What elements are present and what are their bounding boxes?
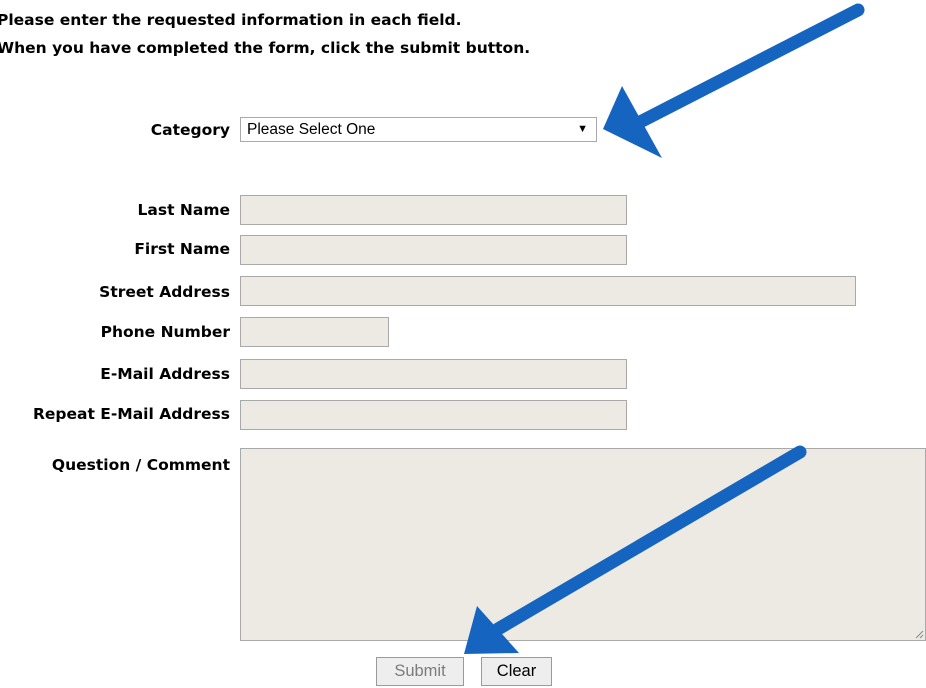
- email-label: E-Mail Address: [100, 365, 230, 383]
- clear-button[interactable]: Clear: [481, 657, 552, 686]
- resize-handle-icon[interactable]: [915, 630, 924, 639]
- last-name-label: Last Name: [137, 201, 230, 219]
- street-address-label: Street Address: [99, 283, 230, 301]
- comment-textarea[interactable]: [240, 448, 926, 641]
- first-name-label: First Name: [134, 240, 230, 258]
- arrow-annotation-icon: [603, 3, 865, 158]
- first-name-input[interactable]: [240, 235, 627, 265]
- category-select[interactable]: Please Select One ▼: [240, 117, 597, 142]
- last-name-input[interactable]: [240, 195, 627, 225]
- instruction-line-1: Please enter the requested information i…: [0, 11, 462, 29]
- category-selected-value: Please Select One: [247, 121, 376, 138]
- email-input[interactable]: [240, 359, 627, 389]
- phone-number-label: Phone Number: [100, 323, 230, 341]
- category-label: Category: [150, 121, 230, 139]
- dropdown-caret-icon: ▼: [577, 123, 588, 135]
- instruction-line-2: When you have completed the form, click …: [0, 39, 531, 57]
- street-address-input[interactable]: [240, 276, 856, 306]
- repeat-email-input[interactable]: [240, 400, 627, 430]
- comment-label: Question / Comment: [51, 456, 230, 474]
- submit-button[interactable]: Submit: [376, 657, 464, 686]
- phone-number-input[interactable]: [240, 317, 389, 347]
- repeat-email-label: Repeat E-Mail Address: [32, 405, 230, 423]
- instructions: Please enter the requested information i…: [0, 6, 530, 62]
